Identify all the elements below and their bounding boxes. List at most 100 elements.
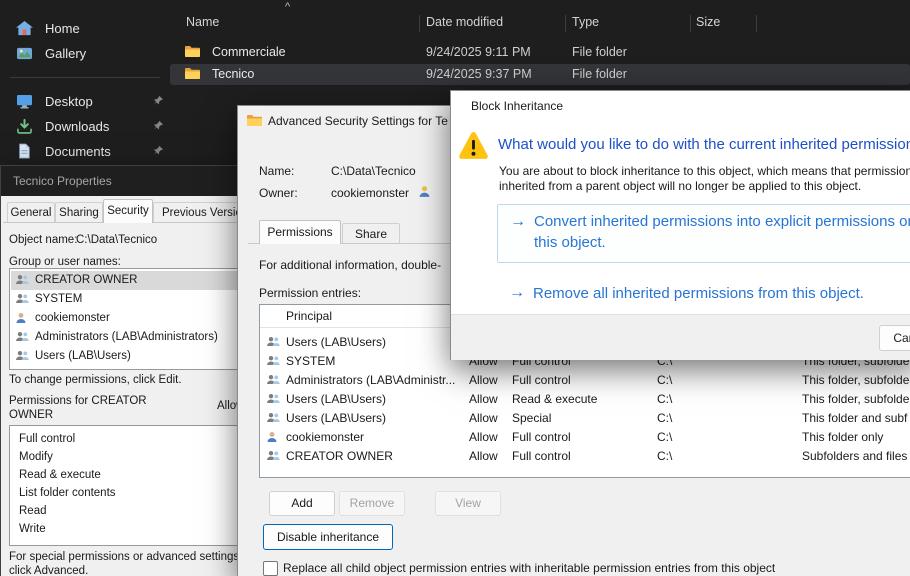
table-row[interactable]: Users (LAB\Users) Allow Read & execute C… <box>260 390 910 409</box>
cell-applies-to: This folder and subf <box>802 411 907 425</box>
column-header-date-modified[interactable]: Date modified <box>426 15 503 29</box>
permission-item[interactable]: Full control <box>11 430 255 449</box>
permission-item[interactable]: Write <box>11 520 255 539</box>
table-row[interactable]: Users (LAB\Users) Allow Special C:\ This… <box>260 409 910 428</box>
file-type: File folder <box>572 67 627 81</box>
sidebar-item-label: Desktop <box>45 94 93 109</box>
list-item-system[interactable]: SYSTEM <box>11 290 255 309</box>
user-icon <box>15 312 27 327</box>
advanced-settings-hint: For special permissions or advanced sett… <box>9 550 249 576</box>
column-divider[interactable] <box>756 15 757 32</box>
permission-item[interactable]: List folder contents <box>11 484 255 503</box>
replace-permissions-checkbox[interactable] <box>263 561 278 576</box>
sidebar-item-label: Gallery <box>45 46 86 61</box>
cell-access: Special <box>512 411 551 425</box>
sidebar-item-home[interactable]: Home <box>6 16 172 40</box>
group-icon <box>15 350 29 365</box>
block-dialog-title: Block Inheritance <box>471 99 563 113</box>
file-name: Tecnico <box>212 67 254 81</box>
tab-security[interactable]: Security <box>103 199 153 223</box>
permission-label: Read & execute <box>19 469 101 481</box>
group-name: CREATOR OWNER <box>35 274 137 286</box>
cell-applies-to: This folder, subfolde <box>802 373 909 387</box>
properties-title: Tecnico Properties <box>13 174 112 188</box>
block-dialog-body-line2: inherited from a parent object will no l… <box>499 179 861 193</box>
permission-label: List folder contents <box>19 487 116 499</box>
name-value: C:\Data\Tecnico <box>331 164 416 178</box>
owner-user-icon <box>418 185 431 201</box>
pin-icon <box>153 94 164 109</box>
file-date-modified: 9/24/2025 9:37 PM <box>426 67 532 81</box>
file-row-tecnico[interactable]: Tecnico 9/24/2025 9:37 PM File folder <box>170 64 910 85</box>
pin-icon <box>153 144 164 159</box>
column-header-size[interactable]: Size <box>696 15 720 29</box>
tab-general[interactable]: General <box>7 202 55 223</box>
sidebar-separator <box>10 77 160 78</box>
object-name-label: Object name: <box>9 234 77 246</box>
group-user-names-label: Group or user names: <box>9 256 121 268</box>
remove-button[interactable]: Remove <box>339 491 405 516</box>
convert-permissions-command-link[interactable]: → Convert inherited permissions into exp… <box>497 204 910 263</box>
desktop-icon <box>14 92 34 110</box>
tab-share[interactable]: Share <box>342 223 400 244</box>
list-item-cookiemonster[interactable]: cookiemonster <box>11 309 255 328</box>
table-row[interactable]: CREATOR OWNER Allow Full control C:\ Sub… <box>260 447 910 466</box>
file-row-commerciale[interactable]: Commerciale 9/24/2025 9:11 PM File folde… <box>170 42 910 63</box>
documents-icon <box>14 142 34 160</box>
group-icon <box>15 331 29 346</box>
permission-item[interactable]: Read & execute <box>11 466 255 485</box>
command-arrow-icon: → <box>510 213 526 231</box>
column-header-principal[interactable]: Principal <box>286 309 332 323</box>
sidebar-item-documents[interactable]: Documents <box>6 139 172 163</box>
tab-permissions[interactable]: Permissions <box>259 220 341 244</box>
column-divider[interactable] <box>419 15 420 32</box>
remove-permissions-command-link[interactable]: → Remove all inherited permissions from … <box>497 279 910 305</box>
column-divider[interactable] <box>690 15 691 32</box>
object-name-value: C:\Data\Tecnico <box>76 234 157 246</box>
sidebar-item-gallery[interactable]: Gallery <box>6 41 172 65</box>
cancel-button[interactable]: Cancel <box>879 325 910 351</box>
disable-inheritance-button[interactable]: Disable inheritance <box>263 524 393 550</box>
list-item-administrators[interactable]: Administrators (LAB\Administrators) <box>11 328 255 347</box>
cell-principal: Users (LAB\Users) <box>286 411 466 425</box>
properties-titlebar[interactable]: Tecnico Properties <box>1 166 258 196</box>
cell-applies-to: This folder, subfolde <box>802 392 909 406</box>
permission-item[interactable]: Read <box>11 502 255 521</box>
group-name: cookiemonster <box>35 312 110 324</box>
table-row[interactable]: cookiemonster Allow Full control C:\ Thi… <box>260 428 910 447</box>
column-divider[interactable] <box>565 15 566 32</box>
group-name: SYSTEM <box>35 293 82 305</box>
block-dialog-heading: What would you like to do with the curre… <box>498 136 910 153</box>
sort-ascending-icon[interactable]: ^ <box>285 1 290 13</box>
sidebar-item-downloads[interactable]: Downloads <box>6 114 172 138</box>
column-header-name[interactable]: Name <box>186 15 219 29</box>
folder-icon <box>246 114 262 130</box>
cell-inherited-from: C:\ <box>657 430 672 444</box>
list-item-creator-owner[interactable]: CREATOR OWNER <box>11 271 255 290</box>
sidebar-item-label: Downloads <box>45 119 109 134</box>
cell-type: Allow <box>469 411 498 425</box>
tab-sharing[interactable]: Sharing <box>55 202 103 223</box>
permission-label: Modify <box>19 451 53 463</box>
cell-principal: CREATOR OWNER <box>286 449 466 463</box>
cell-access: Full control <box>512 449 571 463</box>
cell-type: Allow <box>469 373 498 387</box>
group-user-names-list[interactable]: CREATOR OWNER SYSTEM cookiemonster Admin… <box>9 268 257 370</box>
advanced-title: Advanced Security Settings for Te <box>268 114 448 128</box>
sidebar-item-label: Home <box>45 21 80 36</box>
list-item-users[interactable]: Users (LAB\Users) <box>11 347 255 366</box>
permission-item[interactable]: Modify <box>11 448 255 467</box>
table-row[interactable]: Administrators (LAB\Administr... Allow F… <box>260 371 910 390</box>
column-header-type[interactable]: Type <box>572 15 599 29</box>
owner-label: Owner: <box>259 186 298 200</box>
sidebar-item-desktop[interactable]: Desktop <box>6 89 172 113</box>
permissions-list[interactable]: Full control Modify Read & execute List … <box>9 425 257 546</box>
cell-access: Read & execute <box>512 392 597 406</box>
desktop-screenshot: Home Gallery Desktop Downloads <box>0 0 910 576</box>
view-button[interactable]: View <box>435 491 501 516</box>
add-button[interactable]: Add <box>269 491 335 516</box>
block-dialog-body-line1: You are about to block inheritance to th… <box>499 164 910 178</box>
permissions-for-label: Permissions for CREATOR OWNER <box>9 394 181 422</box>
cell-type: Allow <box>469 449 498 463</box>
permission-label: Write <box>19 523 46 535</box>
